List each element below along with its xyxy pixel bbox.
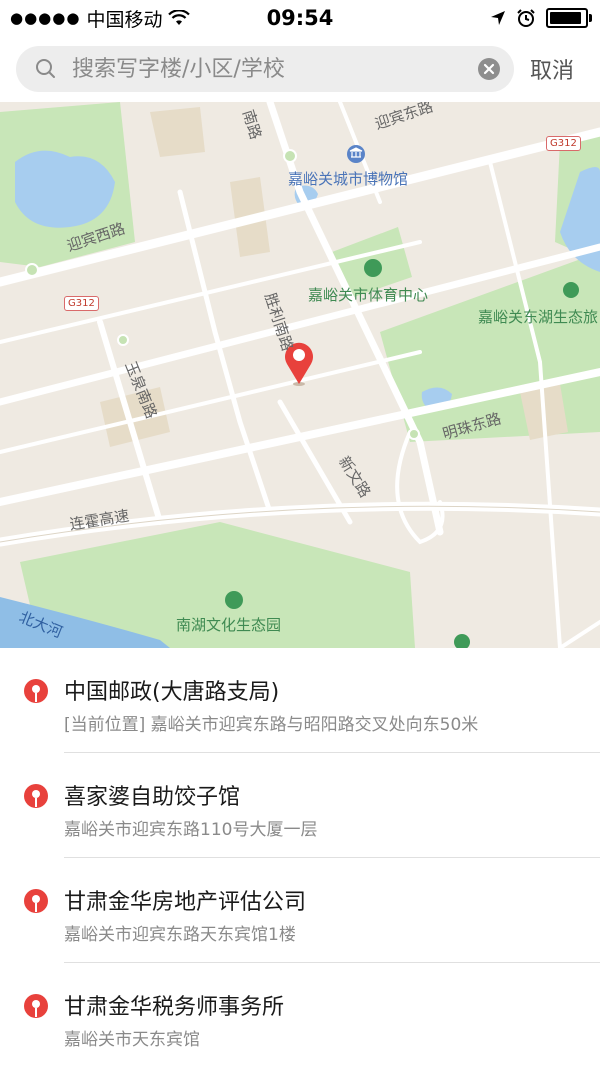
search-row: 取消 (0, 36, 600, 102)
result-item[interactable]: 甘肃金华房地产评估公司嘉峪关市迎宾东路天东宾馆1楼 (0, 858, 600, 963)
poi-label-sports-center: 嘉峪关市体育中心 (308, 286, 429, 304)
poi-label-museum: 嘉峪关城市博物馆 (288, 170, 409, 188)
result-address: 嘉峪关市迎宾东路天东宾馆1楼 (64, 925, 296, 945)
signal-strength-icon: ●●●●● (10, 9, 81, 27)
status-left: ●●●●● 中国移动 (0, 5, 191, 32)
map-view[interactable]: 南路 迎宾东路 G312 嘉峪关城市博物馆 迎宾西路 嘉峪关市体育中心 G312… (0, 102, 600, 648)
battery-level (550, 12, 581, 24)
highway-shield-g312-west: G312 (64, 296, 99, 311)
result-title: 甘肃金华房地产评估公司 (64, 890, 307, 915)
wifi-icon (168, 10, 191, 25)
result-title: 喜家婆自助饺子馆 (64, 785, 241, 810)
poi-label-nanhu-park: 南湖文化生态园 (176, 616, 282, 634)
sports-center-icon (364, 259, 382, 277)
results-list: 中国邮政(大唐路支局) [当前位置] 嘉峪关市迎宾东路与昭阳路交叉处向东50米喜家… (0, 648, 600, 1068)
result-item[interactable]: 中国邮政(大唐路支局) [当前位置] 嘉峪关市迎宾东路与昭阳路交叉处向东50米 (0, 648, 600, 753)
clear-search-button[interactable] (478, 58, 500, 80)
carrier-name: 中国移动 (86, 8, 163, 31)
status-right (490, 8, 600, 28)
result-item[interactable]: 喜家婆自助饺子馆嘉峪关市迎宾东路110号大厦一层 (0, 753, 600, 858)
location-pin-icon (24, 784, 48, 808)
location-pin-icon (24, 889, 48, 913)
close-icon (483, 63, 495, 75)
alarm-icon (517, 9, 535, 27)
highway-shield-g312: G312 (546, 136, 581, 151)
nanhu-park-icon (225, 591, 243, 609)
east-lake-icon (563, 282, 579, 298)
result-address: 嘉峪关市天东宾馆 (64, 1030, 200, 1050)
status-bar: ●●●●● 中国移动 09:54 (0, 0, 600, 36)
result-item[interactable]: 甘肃金华税务师事务所嘉峪关市天东宾馆 (0, 963, 600, 1068)
park-icon-bottom (454, 634, 470, 648)
location-pin-icon (24, 679, 48, 703)
result-title: 甘肃金华税务师事务所 (64, 995, 285, 1020)
search-box[interactable] (16, 46, 514, 92)
search-input[interactable] (70, 55, 474, 83)
cancel-button[interactable]: 取消 (530, 53, 574, 85)
location-arrow-icon (491, 11, 505, 25)
result-address: [当前位置] 嘉峪关市迎宾东路与昭阳路交叉处向东50米 (64, 715, 479, 735)
poi-label-east-lake: 嘉峪关东湖生态旅 (478, 308, 599, 326)
search-icon (36, 59, 55, 78)
battery-icon (546, 8, 592, 28)
result-title: 中国邮政(大唐路支局) (64, 680, 280, 705)
location-pin-icon (24, 994, 48, 1018)
result-address: 嘉峪关市迎宾东路110号大厦一层 (64, 820, 318, 840)
